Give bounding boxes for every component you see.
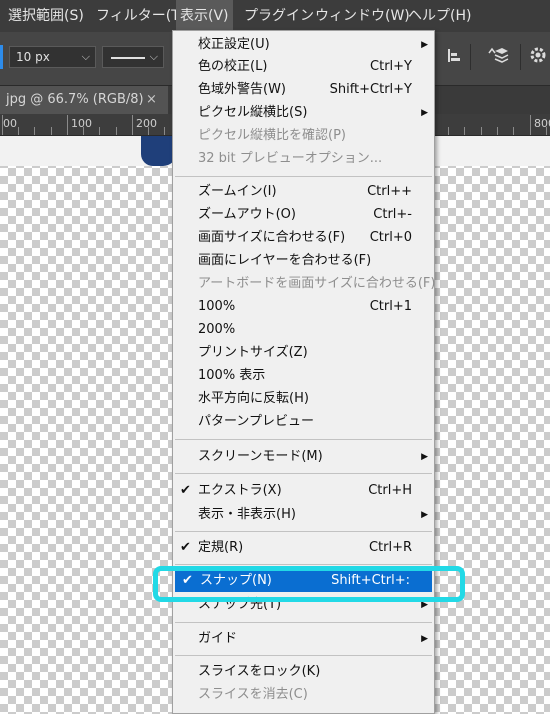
toolbar-divider bbox=[470, 44, 471, 70]
menu-item-pixel-aspect-correction: ピクセル縦横比を確認(P) bbox=[198, 128, 346, 143]
menu-window[interactable]: ウィンドウ(W) bbox=[311, 0, 414, 32]
menu-filter[interactable]: フィルター(T) bbox=[92, 0, 189, 32]
menu-item-screen-mode[interactable]: スクリーンモード(M) ▶ bbox=[173, 446, 434, 468]
menu-item-zoom-in[interactable]: ズームイン(I) Ctrl++ bbox=[173, 181, 434, 203]
submenu-arrow-icon: ▶ bbox=[421, 452, 428, 462]
menu-item-gamut-warning[interactable]: 色域外警告(W) Shift+Ctrl+Y bbox=[173, 79, 434, 101]
ruler-tick bbox=[464, 127, 465, 135]
menu-item-fit-on-screen[interactable]: 画面サイズに合わせる(F) Ctrl+0 bbox=[173, 227, 434, 249]
menu-item-rulers[interactable]: ✔ 定規(R) Ctrl+R bbox=[173, 537, 434, 559]
ruler-tick bbox=[513, 127, 514, 135]
menu-plugins[interactable]: プラグイン bbox=[240, 0, 318, 32]
checkmark-icon: ✔ bbox=[180, 540, 191, 555]
menu-item-32bit-preview: 32 bit プレビューオプション... bbox=[198, 151, 383, 166]
ruler-label: 100 bbox=[71, 117, 92, 130]
menu-item-show[interactable]: 表示・非表示(H) ▶ bbox=[173, 504, 434, 526]
menu-item-proof-colors[interactable]: 色の校正(L) Ctrl+Y bbox=[173, 56, 434, 78]
menu-item-actual-size[interactable]: 100% 表示 bbox=[173, 365, 434, 387]
menu-item-flip-horizontal[interactable]: 水平方向に反転(H) bbox=[173, 388, 434, 410]
menu-item-pixel-aspect[interactable]: ピクセル縦横比(S) ▶ bbox=[173, 102, 434, 124]
ruler-label: 200 bbox=[136, 117, 157, 130]
menu-item-lock-slices[interactable]: スライスをロック(K) bbox=[173, 661, 434, 683]
ruler-tick bbox=[116, 127, 117, 135]
menu-item-print-size[interactable]: プリントサイズ(Z) bbox=[173, 342, 434, 364]
submenu-arrow-icon: ▶ bbox=[421, 40, 428, 50]
chevron-down-icon: ⌵ bbox=[81, 50, 90, 63]
menu-divider bbox=[175, 531, 432, 532]
submenu-arrow-icon: ▶ bbox=[421, 108, 428, 118]
menu-divider bbox=[175, 655, 432, 656]
stroke-style-preview bbox=[111, 57, 145, 59]
ruler-label: 800 bbox=[534, 117, 550, 130]
menu-item-100-percent[interactable]: 100% Ctrl+1 bbox=[173, 296, 434, 318]
ruler-tick bbox=[481, 127, 482, 135]
checkmark-icon: ✔ bbox=[180, 483, 191, 498]
menu-divider bbox=[175, 439, 432, 440]
ruler-tick bbox=[148, 127, 149, 135]
menu-divider bbox=[175, 176, 432, 177]
menu-view[interactable]: 表示(V) bbox=[176, 0, 233, 32]
ruler-tick bbox=[546, 127, 547, 135]
ruler-tick bbox=[18, 127, 19, 135]
menu-divider bbox=[175, 473, 432, 474]
document-tab-title: jpg @ 66.7% (RGB/8) bbox=[6, 92, 144, 107]
stroke-width-value: 10 px bbox=[16, 50, 50, 64]
ruler-tick bbox=[132, 115, 133, 135]
menu-item-zoom-out[interactable]: ズームアウト(O) Ctrl+- bbox=[173, 204, 434, 226]
ruler-tick bbox=[530, 115, 531, 135]
gear-icon[interactable] bbox=[526, 45, 550, 69]
menu-divider bbox=[175, 622, 432, 623]
highlight-callout bbox=[153, 566, 465, 602]
align-bottom-icon[interactable] bbox=[443, 45, 467, 69]
ruler-tick bbox=[67, 115, 68, 135]
stroke-style-dropdown[interactable]: ⌵ bbox=[102, 46, 164, 68]
menu-item-fit-layers[interactable]: 画面にレイヤーを合わせる(F) bbox=[173, 250, 434, 272]
document-tab[interactable]: jpg @ 66.7% (RGB/8) × bbox=[0, 86, 168, 114]
arrange-layers-icon[interactable] bbox=[486, 45, 510, 69]
app-menubar: 選択範囲(S) フィルター(T) 表示(V) プラグイン ウィンドウ(W) ヘル… bbox=[0, 0, 550, 32]
submenu-arrow-icon: ▶ bbox=[421, 510, 428, 520]
menu-item-extras[interactable]: ✔ エクストラ(X) Ctrl+H bbox=[173, 480, 434, 502]
menu-item-200-percent[interactable]: 200% bbox=[173, 319, 434, 341]
ruler-tick bbox=[99, 127, 100, 135]
menu-item-clear-slices: スライスを消去(C) bbox=[198, 687, 308, 702]
toolbar-divider bbox=[520, 44, 521, 70]
ruler-tick bbox=[83, 127, 84, 135]
menu-select[interactable]: 選択範囲(S) bbox=[4, 0, 88, 32]
view-menu-dropdown: 校正設定(U) ▶ 色の校正(L) Ctrl+Y 色域外警告(W) Shift+Ctr… bbox=[172, 30, 435, 714]
ruler-tick bbox=[2, 115, 3, 135]
ruler-tick bbox=[497, 127, 498, 135]
ruler-tick bbox=[51, 127, 52, 135]
close-icon[interactable]: × bbox=[146, 92, 157, 107]
menu-help[interactable]: ヘルプ(H) bbox=[404, 0, 475, 32]
stroke-width-dropdown[interactable]: 10 px ⌵ bbox=[9, 46, 96, 68]
menu-item-pattern-preview[interactable]: パターンプレビュー bbox=[173, 411, 434, 433]
ruler-tick bbox=[34, 127, 35, 135]
tool-accent-edge bbox=[0, 45, 3, 69]
chevron-down-icon: ⌵ bbox=[149, 50, 158, 63]
ruler-label: 00 bbox=[3, 117, 17, 130]
ruler-tick bbox=[164, 127, 165, 135]
menu-divider bbox=[175, 564, 432, 565]
menu-item-fit-artboard: アートボードを画面サイズに合わせる(F) bbox=[198, 276, 436, 291]
menu-item-guides[interactable]: ガイド ▶ bbox=[173, 628, 434, 650]
submenu-arrow-icon: ▶ bbox=[421, 634, 428, 644]
menu-item-proof-setup[interactable]: 校正設定(U) ▶ bbox=[173, 34, 434, 56]
ruler-tick bbox=[448, 127, 449, 135]
